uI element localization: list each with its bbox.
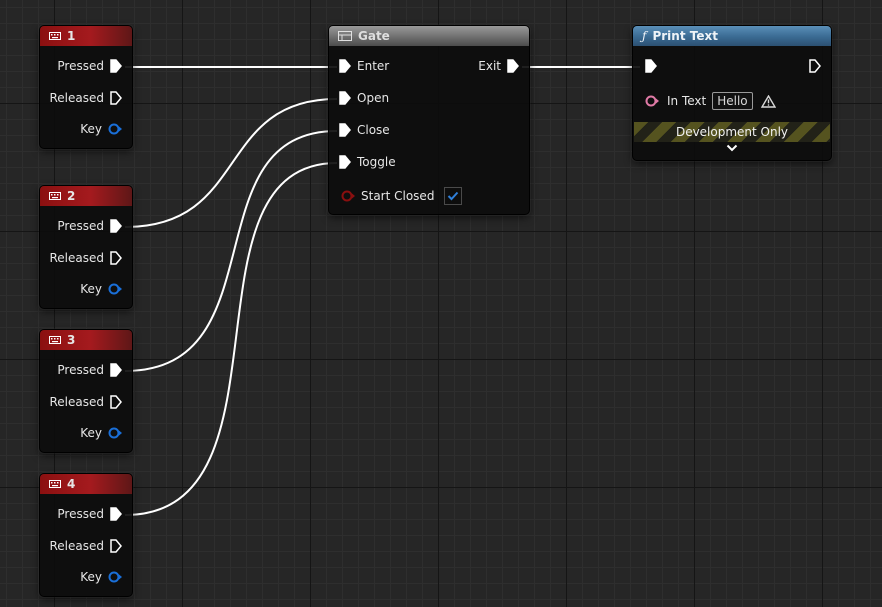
exec-in-pin[interactable] [339,59,351,73]
warning-icon [760,94,776,108]
exec-out-pin[interactable] [110,507,122,521]
exec-out-pin[interactable] [110,363,122,377]
print-text-title: Print Text [652,29,718,43]
key-pin-row[interactable]: Key [80,570,122,584]
function-icon: ƒ [642,29,647,43]
released-label: Released [49,395,104,409]
chevron-down-icon [726,144,738,152]
gate-title: Gate [358,29,390,43]
keyboard-icon [49,32,61,40]
pressed-pin-row[interactable]: Pressed [57,59,122,73]
gate-node[interactable]: Gate Enter Exit Open Close Toggle Start … [328,25,530,215]
key-node-4[interactable]: 4 Pressed Released Key [39,473,133,597]
pressed-pin-row[interactable]: Pressed [57,507,122,521]
key-node-title: 2 [67,189,76,203]
start-closed-label: Start Closed [361,189,435,203]
close-label: Close [357,123,390,137]
exec-in-pin[interactable] [339,123,351,137]
pressed-label: Pressed [57,507,104,521]
exec-out-pin[interactable] [110,59,122,73]
gate-icon [338,31,352,41]
enter-pin-row[interactable]: Enter [339,59,389,73]
pressed-label: Pressed [57,363,104,377]
print-exec-out-row[interactable] [809,59,821,73]
key-label: Key [80,122,102,136]
key-node-2[interactable]: 2 Pressed Released Key [39,185,133,309]
checkmark-icon [448,191,459,201]
wire-4-pressed-to-toggle [124,162,338,516]
enter-label: Enter [357,59,390,73]
exec-out-pin[interactable] [110,395,122,409]
print-text-header[interactable]: ƒ Print Text [633,26,831,46]
key-label: Key [80,570,102,584]
released-pin-row[interactable]: Released [49,91,122,105]
key-pin-row[interactable]: Key [80,426,122,440]
key-pin-row[interactable]: Key [80,282,122,296]
print-text-node[interactable]: ƒ Print Text In Text Hello Development O… [632,25,832,161]
in-text-pin-row[interactable]: In Text Hello [645,92,776,110]
exec-out-pin[interactable] [507,59,519,73]
print-exec-in-row[interactable] [645,59,657,73]
key-node-header[interactable]: 1 [40,26,132,46]
exec-out-pin[interactable] [110,251,122,265]
start-closed-checkbox[interactable] [444,187,463,205]
key-node-1[interactable]: 1 Pressed Released Key [39,25,133,149]
released-label: Released [49,251,104,265]
exit-label: Exit [478,59,501,73]
key-node-3[interactable]: 3 Pressed Released Key [39,329,133,453]
exec-in-pin[interactable] [339,155,351,169]
key-node-title: 4 [67,477,76,491]
struct-pin-icon[interactable] [108,123,122,135]
exec-out-pin[interactable] [110,219,122,233]
keyboard-icon [49,336,61,344]
key-pin-row[interactable]: Key [80,122,122,136]
key-node-header[interactable]: 2 [40,186,132,206]
pressed-label: Pressed [57,219,104,233]
exec-out-pin[interactable] [110,91,122,105]
exec-out-pin[interactable] [110,539,122,553]
released-label: Released [49,539,104,553]
open-pin-row[interactable]: Open [339,91,389,105]
wire-3-pressed-to-close [124,130,338,372]
key-node-header[interactable]: 4 [40,474,132,494]
development-only-label: Development Only [675,125,789,139]
toggle-label: Toggle [357,155,396,169]
released-pin-row[interactable]: Released [49,395,122,409]
released-pin-row[interactable]: Released [49,539,122,553]
close-pin-row[interactable]: Close [339,123,390,137]
exec-in-pin[interactable] [645,59,657,73]
open-label: Open [357,91,390,105]
pressed-pin-row[interactable]: Pressed [57,219,122,233]
pressed-label: Pressed [57,59,104,73]
bool-pin-icon[interactable] [341,190,355,202]
key-label: Key [80,282,102,296]
key-node-title: 1 [67,29,76,43]
released-label: Released [49,91,104,105]
wire-2-pressed-to-open [124,98,338,228]
text-pin-icon[interactable] [645,95,661,107]
key-node-title: 3 [67,333,76,347]
expand-node-button[interactable] [633,144,831,152]
development-only-banner: Development Only [634,122,830,142]
exec-out-pin[interactable] [809,59,821,73]
released-pin-row[interactable]: Released [49,251,122,265]
start-closed-pin-row[interactable]: Start Closed [341,187,463,205]
key-label: Key [80,426,102,440]
pressed-pin-row[interactable]: Pressed [57,363,122,377]
keyboard-icon [49,480,61,488]
key-node-header[interactable]: 3 [40,330,132,350]
struct-pin-icon[interactable] [108,283,122,295]
exec-in-pin[interactable] [339,91,351,105]
toggle-pin-row[interactable]: Toggle [339,155,396,169]
keyboard-icon [49,192,61,200]
struct-pin-icon[interactable] [108,571,122,583]
in-text-input[interactable]: Hello [712,92,753,110]
exit-pin-row[interactable]: Exit [478,59,519,73]
in-text-label: In Text [667,94,707,108]
struct-pin-icon[interactable] [108,427,122,439]
gate-node-header[interactable]: Gate [329,26,529,46]
